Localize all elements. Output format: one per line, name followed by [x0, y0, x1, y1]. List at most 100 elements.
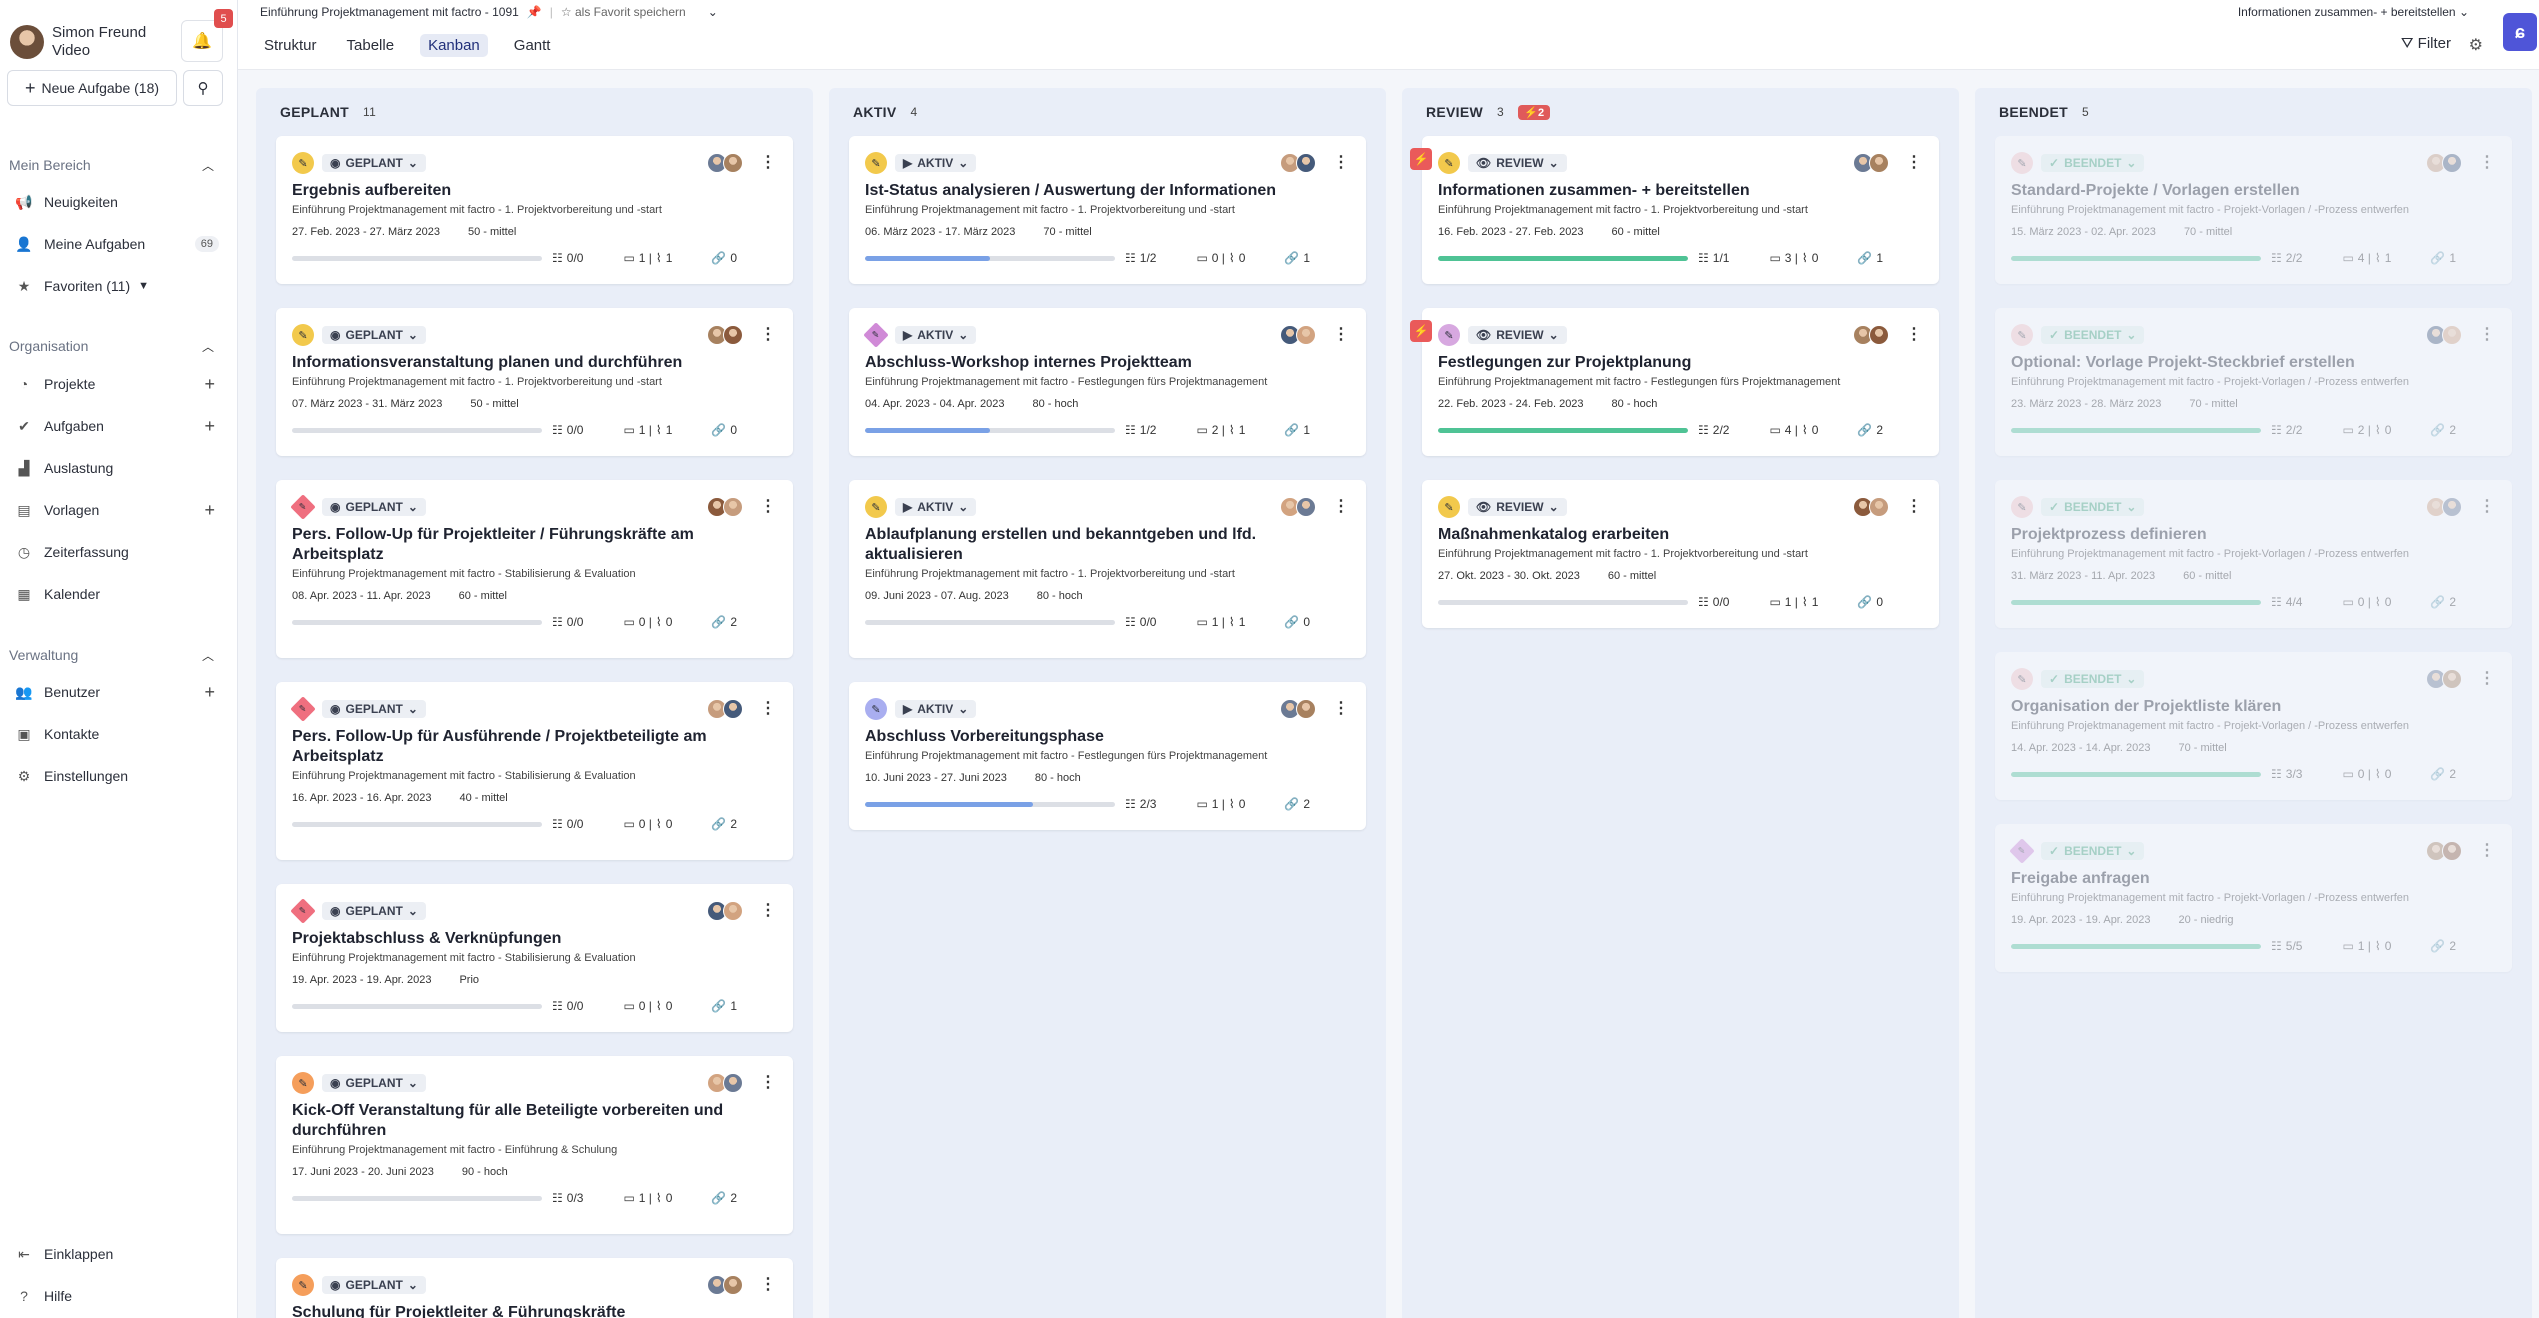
- task-title[interactable]: Projektabschluss & Verknüpfungen: [292, 929, 777, 949]
- status-dropdown[interactable]: ◉ GEPLANT ⌄: [322, 498, 426, 516]
- task-card[interactable]: ✎ ◉ GEPLANT ⌄ ⋮ Projektabschluss & Verknüpfun…: [276, 884, 793, 1032]
- add-task-icon[interactable]: +: [204, 416, 215, 437]
- task-selector[interactable]: Informationen zusammen- + bereitstellen …: [2238, 5, 2469, 19]
- help-button[interactable]: ? Hilfe: [14, 1283, 219, 1309]
- task-card[interactable]: ✎ ▶ AKTIV ⌄ ⋮ Ablaufplanung erstellen und bek…: [849, 480, 1366, 658]
- sidebar-item-benutzer[interactable]: 👥 Benutzer +: [14, 679, 219, 705]
- task-card[interactable]: ✎ ▶ AKTIV ⌄ ⋮ Abschluss Vorbereitungsphase Ein…: [849, 682, 1366, 830]
- status-dropdown[interactable]: ◉ GEPLANT ⌄: [322, 700, 426, 718]
- task-title[interactable]: Organisation der Projektliste klären: [2011, 697, 2496, 717]
- task-card[interactable]: ✎ ◉ GEPLANT ⌄ ⋮ Kick-Off Veranstaltung für al…: [276, 1056, 793, 1234]
- section-mein-bereich[interactable]: Mein Bereich ︿: [9, 157, 214, 174]
- user-profile[interactable]: Simon Freund Video: [10, 20, 146, 64]
- status-dropdown[interactable]: ✓ BEENDET ⌄: [2041, 326, 2145, 344]
- task-title[interactable]: Ablaufplanung erstellen und bekanntgeben…: [865, 525, 1350, 565]
- task-card[interactable]: ✎ 👁 REVIEW ⌄ ⋮ Maßnahmenkatalog erarbeiten Ein…: [1422, 480, 1939, 628]
- section-verwaltung[interactable]: Verwaltung ︿: [9, 647, 214, 664]
- tab-tabelle[interactable]: Tabelle: [343, 34, 399, 57]
- settings-icon[interactable]: ⚙: [2469, 35, 2483, 55]
- more-options-icon[interactable]: ⋮: [1332, 155, 1350, 171]
- status-dropdown[interactable]: ◉ GEPLANT ⌄: [322, 902, 426, 920]
- search-button[interactable]: ⚲: [183, 70, 223, 106]
- status-dropdown[interactable]: ✓ BEENDET ⌄: [2041, 498, 2145, 516]
- task-title[interactable]: Informationsveranstaltung planen und dur…: [292, 353, 777, 373]
- tab-kanban[interactable]: Kanban: [420, 34, 488, 57]
- tab-struktur[interactable]: Struktur: [260, 34, 321, 57]
- task-card[interactable]: ✎ ◉ GEPLANT ⌄ ⋮ Schulung für Projektleiter & …: [276, 1258, 793, 1318]
- task-title[interactable]: Standard-Projekte / Vorlagen erstellen: [2011, 181, 2496, 201]
- more-options-icon[interactable]: ⋮: [2478, 327, 2496, 343]
- task-title[interactable]: Maßnahmenkatalog erarbeiten: [1438, 525, 1923, 545]
- task-card[interactable]: ✎ ✓ BEENDET ⌄ ⋮ Optional: Vorlage Projekt-Ste…: [1995, 308, 2512, 456]
- more-options-icon[interactable]: ⋮: [2478, 671, 2496, 687]
- task-card[interactable]: ✎ ✓ BEENDET ⌄ ⋮ Organisation der Projektliste…: [1995, 652, 2512, 800]
- status-dropdown[interactable]: ▶ AKTIV ⌄: [895, 154, 977, 172]
- sidebar-item-kontakte[interactable]: ▣ Kontakte: [14, 721, 219, 747]
- more-options-icon[interactable]: ⋮: [1332, 327, 1350, 343]
- sidebar-item-auslastung[interactable]: ▟ Auslastung: [14, 455, 219, 481]
- task-card[interactable]: ✎ ✓ BEENDET ⌄ ⋮ Projektprozess definieren Einf…: [1995, 480, 2512, 628]
- more-options-icon[interactable]: ⋮: [759, 327, 777, 343]
- more-options-icon[interactable]: ⋮: [759, 903, 777, 919]
- project-title[interactable]: Einführung Projektmanagement mit factro …: [260, 5, 519, 19]
- pin-icon[interactable]: 📌: [527, 5, 542, 19]
- section-organisation[interactable]: Organisation ︿: [9, 338, 214, 355]
- status-dropdown[interactable]: 👁 REVIEW ⌄: [1468, 326, 1567, 344]
- task-title[interactable]: Pers. Follow-Up für Projektleiter / Führ…: [292, 525, 777, 565]
- more-options-icon[interactable]: ⋮: [1332, 499, 1350, 515]
- task-title[interactable]: Freigabe anfragen: [2011, 869, 2496, 889]
- task-title[interactable]: Informationen zusammen- + bereitstellen: [1438, 181, 1923, 201]
- sidebar-item-vorlagen[interactable]: ▤ Vorlagen +: [14, 497, 219, 523]
- task-title[interactable]: Abschluss Vorbereitungsphase: [865, 727, 1350, 747]
- task-card[interactable]: ⚡ ✎ 👁 REVIEW ⌄ ⋮ Festlegungen zur Projektplanu…: [1410, 308, 1939, 456]
- task-card[interactable]: ✎ ▶ AKTIV ⌄ ⋮ Ist-Status analysieren / Auswer…: [849, 136, 1366, 284]
- task-title[interactable]: Projektprozess definieren: [2011, 525, 2496, 545]
- status-dropdown[interactable]: ◉ GEPLANT ⌄: [322, 154, 426, 172]
- task-title[interactable]: Ergebnis aufbereiten: [292, 181, 777, 201]
- task-card[interactable]: ✎ ▶ AKTIV ⌄ ⋮ Abschluss-Workshop internes Pro…: [849, 308, 1366, 456]
- status-dropdown[interactable]: ◉ GEPLANT ⌄: [322, 1276, 426, 1294]
- add-user-icon[interactable]: +: [204, 682, 215, 703]
- add-project-icon[interactable]: +: [204, 374, 215, 395]
- status-dropdown[interactable]: ✓ BEENDET ⌄: [2041, 154, 2145, 172]
- more-options-icon[interactable]: ⋮: [2478, 499, 2496, 515]
- status-dropdown[interactable]: ◉ GEPLANT ⌄: [322, 1074, 426, 1092]
- more-options-icon[interactable]: ⋮: [759, 1277, 777, 1293]
- more-options-icon[interactable]: ⋮: [759, 701, 777, 717]
- sidebar-item-aufgaben[interactable]: ✔ Aufgaben +: [14, 413, 219, 439]
- status-dropdown[interactable]: 👁 REVIEW ⌄: [1468, 498, 1567, 516]
- sidebar-item-projekte[interactable]: ◔ Projekte +: [14, 371, 219, 397]
- task-card[interactable]: ✎ ◉ GEPLANT ⌄ ⋮ Pers. Follow-Up für Projektle…: [276, 480, 793, 658]
- more-options-icon[interactable]: ⋮: [1332, 701, 1350, 717]
- tab-gantt[interactable]: Gantt: [510, 34, 555, 57]
- task-card[interactable]: ⚡ ✎ 👁 REVIEW ⌄ ⋮ Informationen zusammen- + ber…: [1410, 136, 1939, 284]
- sidebar-item-neuigkeiten[interactable]: 📢 Neuigkeiten: [14, 189, 219, 215]
- more-options-icon[interactable]: ⋮: [2478, 843, 2496, 859]
- status-dropdown[interactable]: ✓ BEENDET ⌄: [2041, 842, 2145, 860]
- more-options-icon[interactable]: ⋮: [759, 499, 777, 515]
- sidebar-item-favoriten[interactable]: ★ Favoriten (11) ▼: [14, 273, 219, 299]
- task-title[interactable]: Festlegungen zur Projektplanung: [1438, 353, 1923, 373]
- task-card[interactable]: ✎ ✓ BEENDET ⌄ ⋮ Freigabe anfragen Einführung P…: [1995, 824, 2512, 972]
- more-options-icon[interactable]: ⋮: [1905, 499, 1923, 515]
- status-dropdown[interactable]: ✓ BEENDET ⌄: [2041, 670, 2145, 688]
- task-title[interactable]: Kick-Off Veranstaltung für alle Beteilig…: [292, 1101, 777, 1141]
- more-options-icon[interactable]: ⋮: [759, 1075, 777, 1091]
- task-card[interactable]: ✎ ◉ GEPLANT ⌄ ⋮ Ergebnis aufbereiten Einführun…: [276, 136, 793, 284]
- task-title[interactable]: Abschluss-Workshop internes Projektteam: [865, 353, 1350, 373]
- favorite-button[interactable]: ☆ als Favorit speichern: [561, 5, 686, 19]
- status-dropdown[interactable]: ▶ AKTIV ⌄: [895, 700, 977, 718]
- task-title[interactable]: Optional: Vorlage Projekt-Steckbrief ers…: [2011, 353, 2496, 373]
- chevron-down-icon[interactable]: ⌄: [708, 5, 718, 19]
- sidebar-item-kalender[interactable]: ▦ Kalender: [14, 581, 219, 607]
- status-dropdown[interactable]: ▶ AKTIV ⌄: [895, 498, 977, 516]
- collapse-sidebar-button[interactable]: ⇤ Einklappen: [14, 1241, 219, 1267]
- more-options-icon[interactable]: ⋮: [2478, 155, 2496, 171]
- task-card[interactable]: ✎ ◉ GEPLANT ⌄ ⋮ Pers. Follow-Up für Ausführen…: [276, 682, 793, 860]
- app-logo-icon[interactable]: ɕ: [2503, 13, 2537, 51]
- more-options-icon[interactable]: ⋮: [759, 155, 777, 171]
- task-card[interactable]: ✎ ✓ BEENDET ⌄ ⋮ Standard-Projekte / Vorlagen …: [1995, 136, 2512, 284]
- more-options-icon[interactable]: ⋮: [1905, 155, 1923, 171]
- more-options-icon[interactable]: ⋮: [1905, 327, 1923, 343]
- add-template-icon[interactable]: +: [204, 500, 215, 521]
